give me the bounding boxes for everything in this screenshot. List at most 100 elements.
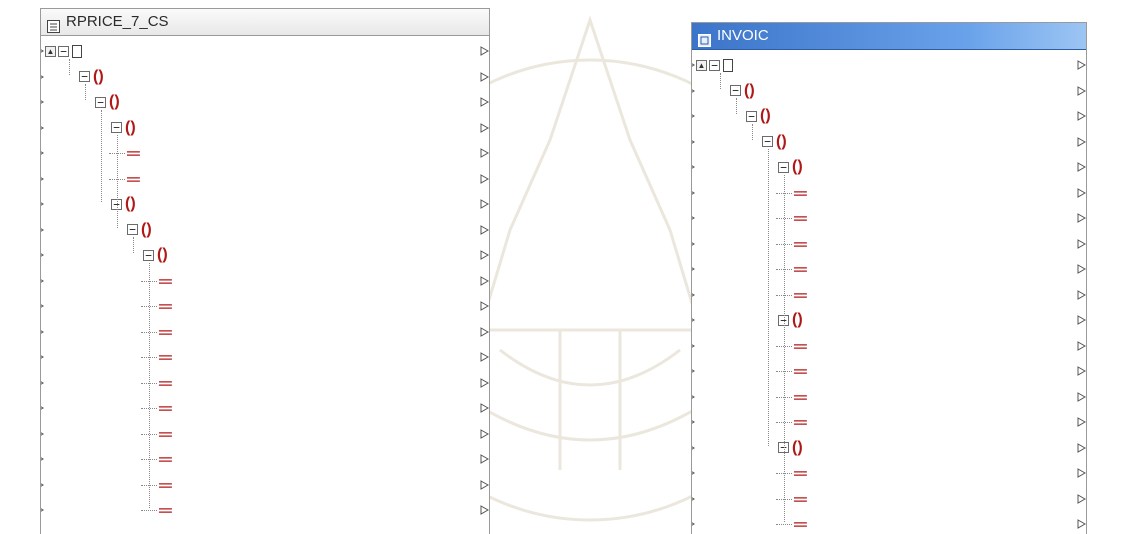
tree-node-repeated-split[interactable]: −() (111, 192, 140, 216)
output-connector-icon[interactable] (1077, 468, 1086, 478)
input-connector-icon[interactable] (692, 86, 696, 96)
collapse-icon[interactable]: − (95, 96, 106, 108)
output-connector-icon[interactable] (1077, 213, 1086, 223)
tree-node-recordid[interactable]: ═ (127, 141, 144, 165)
output-connector-icon[interactable] (480, 250, 489, 260)
output-connector-icon[interactable] (480, 97, 489, 107)
tree-node-f0080[interactable]: ═ (794, 232, 817, 256)
output-connector-icon[interactable] (480, 403, 489, 413)
input-connector-icon[interactable] (41, 225, 45, 235)
input-connector-icon[interactable] (41, 46, 45, 56)
output-connector-icon[interactable] (480, 122, 489, 133)
input-connector-icon[interactable] (692, 315, 696, 325)
output-connector-icon[interactable] (480, 148, 489, 158)
input-connector-icon[interactable] (41, 174, 45, 184)
output-connector-icon[interactable] (480, 428, 489, 439)
tree-node-f0010[interactable]: ═ (794, 461, 817, 485)
output-connector-icon[interactable] (1077, 264, 1086, 274)
input-connector-icon[interactable] (41, 403, 45, 413)
input-connector-icon[interactable] (692, 213, 696, 223)
tree-node-supplierincode[interactable]: ═ (159, 396, 176, 420)
tree-node-split-once[interactable]: −() (95, 90, 124, 114)
output-connector-icon[interactable] (1077, 493, 1086, 504)
output-connector-icon[interactable] (1077, 289, 1086, 300)
tree-node-f0007[interactable]: ═ (794, 359, 817, 383)
tree-node-priceno[interactable]: ═ (159, 320, 176, 344)
output-connector-icon[interactable] (480, 46, 489, 56)
tree-node-remark[interactable]: ═ (159, 498, 176, 522)
collapse-icon[interactable]: − (778, 161, 789, 173)
source-panel-titlebar[interactable]: RPRICE_7_CS (41, 9, 489, 36)
input-connector-icon[interactable] (692, 341, 696, 351)
tree-node-f0004[interactable]: ═ (794, 334, 817, 358)
output-connector-icon[interactable] (480, 479, 489, 490)
tree-node-file[interactable]: ▲ − (45, 39, 87, 63)
input-connector-icon[interactable] (41, 352, 45, 362)
tree-node-interchange[interactable]: −() (746, 104, 775, 128)
input-connector-icon[interactable] (692, 290, 696, 300)
input-connector-icon[interactable] (692, 468, 696, 478)
input-connector-icon[interactable] (692, 366, 696, 376)
input-connector-icon[interactable] (41, 250, 45, 260)
input-connector-icon[interactable] (692, 162, 696, 172)
collapse-icon[interactable]: − (111, 122, 122, 133)
output-connector-icon[interactable] (480, 71, 489, 82)
target-schema-panel[interactable]: INVOIC ▲ − −() −() −() −() ═ ═ ═ ═ ═ −() ═ ═ ═ ═ −() ═ ═ ═ (691, 22, 1087, 534)
input-connector-icon[interactable] (692, 519, 696, 529)
output-connector-icon[interactable] (1077, 187, 1086, 198)
tree-node-f0002[interactable]: ═ (794, 206, 817, 230)
tree-node-recordid[interactable]: ═ (159, 269, 176, 293)
input-connector-icon[interactable] (41, 301, 45, 311)
input-connector-icon[interactable] (41, 327, 45, 337)
tree-node-flf[interactable]: −() (111, 116, 140, 140)
tree-node-buyereancode[interactable]: ═ (159, 371, 176, 395)
input-connector-icon[interactable] (692, 188, 696, 198)
input-connector-icon[interactable] (692, 239, 696, 249)
output-connector-icon[interactable] (480, 505, 489, 515)
input-connector-icon[interactable] (41, 480, 45, 490)
collapse-icon[interactable]: − (58, 45, 69, 57)
input-connector-icon[interactable] (41, 429, 45, 439)
input-connector-icon[interactable] (41, 97, 45, 107)
tree-node-f0001[interactable]: ═ (794, 181, 817, 205)
tree-node-suppliername[interactable]: ═ (159, 422, 176, 446)
output-connector-icon[interactable] (1077, 391, 1086, 402)
input-connector-icon[interactable] (692, 264, 696, 274)
tree-node-split-once[interactable]: −() (127, 218, 156, 242)
tree-node-f0014[interactable]: ═ (794, 512, 817, 534)
input-connector-icon[interactable] (41, 199, 45, 209)
output-connector-icon[interactable] (1077, 238, 1086, 249)
output-connector-icon[interactable] (480, 326, 489, 337)
tree-node-file[interactable]: ▲ − (696, 53, 738, 77)
output-connector-icon[interactable] (1077, 136, 1086, 147)
input-connector-icon[interactable] (692, 392, 696, 402)
source-schema-panel[interactable]: RPRICE_7_CS ▲ − −() −() −() ═ ═ −() −() −() ═ ═ ═ ═ ═ ═… (40, 8, 490, 534)
input-connector-icon[interactable] (41, 276, 45, 286)
target-panel-titlebar[interactable]: INVOIC (692, 23, 1086, 50)
output-connector-icon[interactable] (1077, 519, 1086, 529)
collapse-icon[interactable]: − (709, 59, 720, 71)
tree-node-f0008[interactable]: ═ (794, 385, 817, 409)
output-connector-icon[interactable] (480, 352, 489, 362)
input-connector-icon[interactable] (692, 417, 696, 427)
tree-node-f0076[interactable]: ═ (794, 283, 817, 307)
input-connector-icon[interactable] (41, 378, 45, 388)
scroll-up-icon[interactable]: ▲ (696, 59, 707, 71)
collapse-icon[interactable]: − (762, 136, 773, 147)
collapse-icon[interactable]: − (746, 110, 757, 122)
tree-node-reporttype[interactable]: ═ (159, 294, 176, 318)
output-connector-icon[interactable] (1077, 442, 1086, 453)
output-connector-icon[interactable] (480, 173, 489, 184)
output-connector-icon[interactable] (1077, 85, 1086, 96)
collapse-icon[interactable]: − (79, 71, 90, 82)
output-connector-icon[interactable] (1077, 111, 1086, 121)
input-connector-icon[interactable] (41, 505, 45, 515)
collapse-icon[interactable]: − (730, 85, 741, 96)
input-connector-icon[interactable] (41, 454, 45, 464)
input-connector-icon[interactable] (692, 494, 696, 504)
input-connector-icon[interactable] (692, 137, 696, 147)
output-connector-icon[interactable] (480, 301, 489, 311)
collapse-icon[interactable]: − (127, 224, 138, 235)
tree-node-supplieraddress1[interactable]: ═ (159, 447, 176, 471)
input-connector-icon[interactable] (41, 148, 45, 158)
